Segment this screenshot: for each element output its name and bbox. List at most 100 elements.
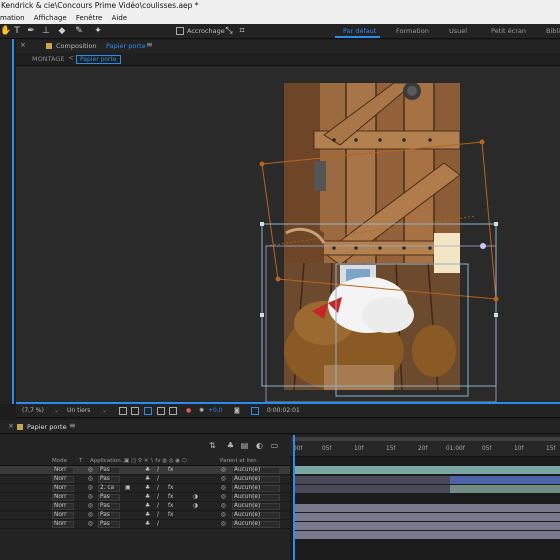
composition-name-tab[interactable]: Papier porte bbox=[106, 42, 146, 50]
timeline-tab-name[interactable]: Papier porte bbox=[27, 423, 67, 431]
parent-pickwhip-icon[interactable]: ◎ bbox=[221, 493, 226, 502]
chevron-down-icon[interactable]: ⌄ bbox=[102, 407, 107, 415]
fx-icon[interactable]: fx bbox=[168, 493, 173, 502]
workspace-par-defaut[interactable]: Par défaut bbox=[343, 26, 376, 36]
layer-duration-bar[interactable] bbox=[294, 531, 560, 539]
layer-mode[interactable]: Norr bbox=[54, 484, 67, 493]
column-trackmatte[interactable]: T bbox=[79, 458, 82, 464]
layer-parent[interactable]: Aucun(e) bbox=[234, 484, 260, 493]
pen-tool-icon[interactable]: ✒ bbox=[26, 26, 36, 36]
layer-mode[interactable]: Norr bbox=[54, 502, 67, 511]
layer-parent[interactable]: Aucun(e) bbox=[234, 493, 260, 502]
time-ruler[interactable]: 00f 05f 10f 15f 20f 01:00f 05f 10f 15f bbox=[290, 435, 560, 457]
layer-parent[interactable]: Aucun(e) bbox=[234, 466, 260, 475]
fx-icon[interactable]: fx bbox=[168, 484, 173, 493]
layer-row[interactable]: Norr ◎ Pas ♣ / fx ◎ Aucun(e) bbox=[0, 466, 290, 475]
current-timecode[interactable]: 0:00:02:01 bbox=[267, 407, 300, 415]
shy-icon[interactable]: ♣ bbox=[145, 475, 150, 484]
parent-pickwhip-icon[interactable]: ◎ bbox=[221, 520, 226, 529]
layer-row[interactable]: Norr ◎ Pas ♣ / ◎ Aucun(e) bbox=[0, 520, 290, 529]
snap-checkbox[interactable] bbox=[176, 27, 184, 35]
quality-icon[interactable]: / bbox=[157, 502, 159, 511]
work-area-bar[interactable] bbox=[292, 437, 560, 441]
quality-icon[interactable]: / bbox=[157, 475, 159, 484]
mask-visibility-icon[interactable] bbox=[144, 407, 152, 415]
current-time-indicator[interactable] bbox=[293, 435, 295, 457]
menu-affichage[interactable]: Affichage bbox=[34, 12, 67, 24]
shy-icon[interactable]: ♣ bbox=[145, 502, 150, 511]
layer-parent[interactable]: Aucun(e) bbox=[234, 502, 260, 511]
snap-grid-icon[interactable]: ⌗ bbox=[237, 26, 247, 36]
quality-icon[interactable]: / bbox=[157, 493, 159, 502]
show-snapshot-icon[interactable] bbox=[251, 407, 259, 415]
fast-preview-icon[interactable] bbox=[119, 407, 127, 415]
exposure-value[interactable]: +0,0 bbox=[208, 407, 223, 415]
quality-icon[interactable]: / bbox=[157, 511, 159, 520]
quality-icon[interactable]: / bbox=[157, 466, 159, 475]
parent-pickwhip-icon[interactable]: ◎ bbox=[221, 475, 226, 484]
layer-parent[interactable]: Aucun(e) bbox=[234, 511, 260, 520]
menu-animation[interactable]: mation bbox=[0, 12, 25, 24]
workspace-petit-ecran[interactable]: Petit écran bbox=[491, 26, 526, 36]
comp-flowchart-icon[interactable]: ⇅ bbox=[208, 441, 217, 450]
column-application[interactable]: Application... bbox=[90, 458, 126, 464]
panel-menu-icon[interactable]: ≡ bbox=[69, 421, 76, 430]
layer-duration-bar[interactable] bbox=[450, 476, 560, 484]
column-mode[interactable]: Mode bbox=[52, 458, 67, 464]
layer-trackmatte[interactable]: Pas bbox=[100, 475, 110, 484]
column-parent[interactable]: Parent et lien bbox=[220, 458, 257, 464]
composition-viewer[interactable] bbox=[16, 66, 560, 402]
zoom-dropdown[interactable]: (7,7 %) bbox=[22, 407, 44, 415]
layer-parent[interactable]: Aucun(e) bbox=[234, 520, 260, 529]
layer-parent[interactable]: Aucun(e) bbox=[234, 475, 260, 484]
workspace-usuel[interactable]: Usuel bbox=[449, 26, 467, 36]
parent-pickwhip-icon[interactable]: ◎ bbox=[221, 502, 226, 511]
layer-trackmatte[interactable]: Pas bbox=[100, 466, 110, 475]
fx-icon[interactable]: fx bbox=[168, 466, 173, 475]
layer-row[interactable]: Norr ◎ Pas ♣ / fx ◎ Aucun(e) bbox=[0, 511, 290, 520]
transform-overlay[interactable] bbox=[16, 66, 560, 402]
layer-trackmatte[interactable]: Pas bbox=[100, 502, 110, 511]
panel-menu-icon[interactable]: ≡ bbox=[146, 40, 153, 49]
motion-blur-icon[interactable]: ◑ bbox=[193, 493, 198, 502]
layer-trackmatte[interactable]: Pas bbox=[100, 520, 110, 529]
menu-aide[interactable]: Aide bbox=[112, 12, 127, 24]
layer-mode[interactable]: Norr bbox=[54, 493, 67, 502]
shy-icon[interactable]: ♣ bbox=[145, 493, 150, 502]
roto-brush-icon[interactable]: ✎ bbox=[74, 26, 84, 36]
snap-options-icon[interactable]: ⤡ bbox=[224, 26, 234, 36]
layer-mode[interactable]: Norr bbox=[54, 466, 67, 475]
chevron-left-icon[interactable]: < bbox=[68, 54, 74, 62]
shy-icon[interactable]: ♣ bbox=[145, 484, 150, 493]
breadcrumb-composition[interactable]: Papier porte bbox=[76, 55, 121, 64]
motion-blur-icon[interactable]: ◑ bbox=[193, 502, 198, 511]
layer-row[interactable]: Norr ◎ Pas ♣ / fx ◑ ◎ Aucun(e) bbox=[0, 502, 290, 511]
shy-layers-icon[interactable]: ♣ bbox=[226, 441, 235, 450]
grid-guides-icon[interactable] bbox=[169, 407, 177, 415]
layer-duration-bar[interactable] bbox=[294, 513, 560, 521]
snapshot-icon[interactable]: ◙ bbox=[234, 407, 240, 415]
frame-blending-icon[interactable]: ▤ bbox=[240, 441, 249, 450]
color-channel-icon[interactable]: ● bbox=[186, 407, 191, 415]
layer-mode[interactable]: Norr bbox=[54, 520, 67, 529]
workspace-formation[interactable]: Formation bbox=[396, 26, 429, 36]
layer-trackmatte[interactable]: 2. ca bbox=[100, 484, 114, 493]
motion-blur-icon[interactable]: ◐ bbox=[255, 441, 264, 450]
shy-icon[interactable]: ♣ bbox=[145, 466, 150, 475]
parent-pickwhip-icon[interactable]: ◎ bbox=[221, 466, 226, 475]
quality-icon[interactable]: / bbox=[157, 520, 159, 529]
parent-pickwhip-icon[interactable]: ◎ bbox=[221, 484, 226, 493]
layer-duration-bar[interactable] bbox=[294, 485, 450, 493]
layer-row[interactable]: Norr ◎ Pas ♣ / ◎ Aucun(e) bbox=[0, 475, 290, 484]
shy-icon[interactable]: ♣ bbox=[145, 511, 150, 520]
layer-duration-bar[interactable] bbox=[294, 466, 560, 474]
layer-duration-bar[interactable] bbox=[294, 504, 560, 512]
exposure-reset-icon[interactable]: ✺ bbox=[199, 407, 204, 415]
quality-icon[interactable]: / bbox=[157, 484, 159, 493]
layer-row[interactable]: Norr ◎ Pas ♣ / fx ◑ ◎ Aucun(e) bbox=[0, 493, 290, 502]
hand-tool-icon[interactable]: ✋ bbox=[0, 26, 11, 36]
shy-icon[interactable]: ♣ bbox=[145, 520, 150, 529]
close-icon[interactable]: × bbox=[8, 422, 14, 430]
layer-duration-bar[interactable] bbox=[450, 485, 560, 493]
layer-trackmatte[interactable]: Pas bbox=[100, 511, 110, 520]
